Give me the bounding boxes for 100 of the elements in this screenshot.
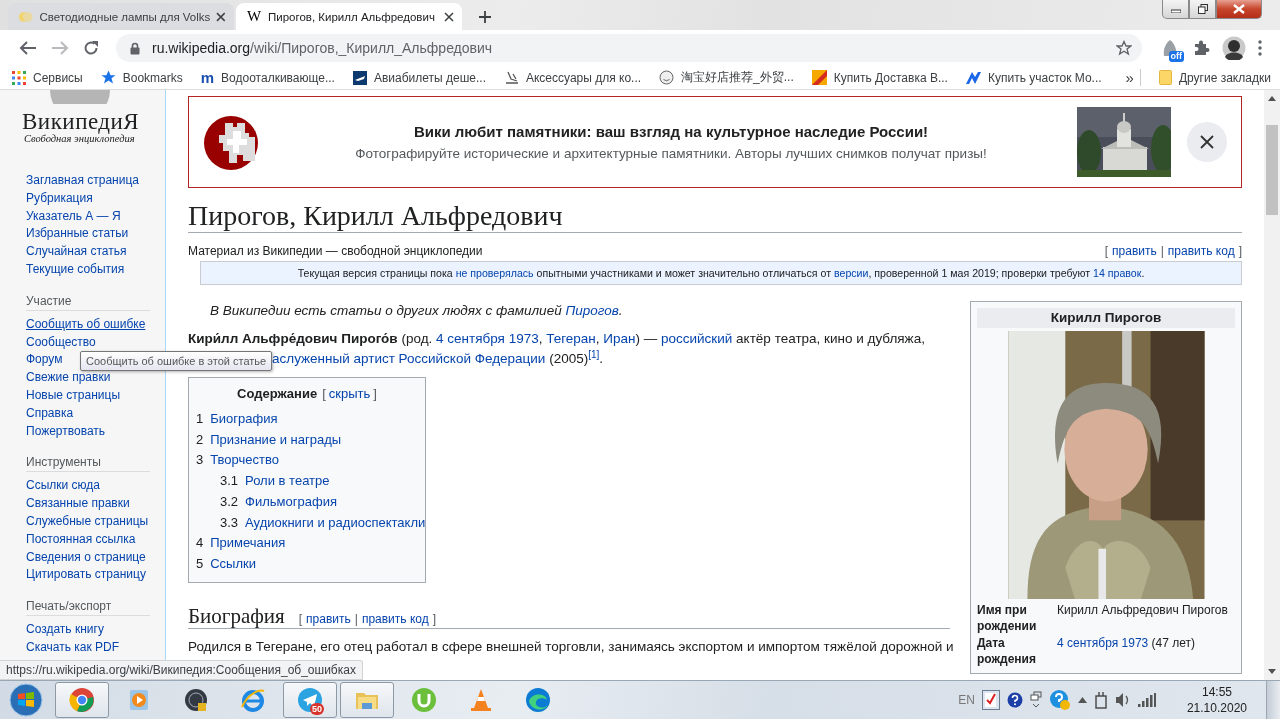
- contents-link[interactable]: Аудиокниги и радиоспектакли: [245, 514, 426, 530]
- chevron-icon: [965, 71, 981, 84]
- contents-link[interactable]: Признание и награды: [210, 431, 342, 447]
- close-button[interactable]: [1216, 0, 1262, 19]
- close-icon[interactable]: [444, 11, 454, 22]
- hide-link[interactable]: скрыть: [328, 385, 371, 403]
- bracket: ]: [1238, 243, 1242, 259]
- more-bookmarks-button[interactable]: »: [1119, 69, 1141, 86]
- plane-icon: [352, 70, 367, 85]
- close-button[interactable]: [1187, 122, 1227, 162]
- scroll-thumb[interactable]: [1266, 125, 1278, 215]
- taskbar-button[interactable]: [55, 682, 109, 718]
- link[interactable]: российский: [661, 331, 733, 346]
- link[interactable]: Тегеран: [546, 331, 596, 346]
- logo-title[interactable]: ВикипедиЯ: [22, 109, 165, 135]
- sidebar-link[interactable]: Заглавная страница: [26, 172, 139, 190]
- bookmark[interactable]: m Водооталкивающе...: [200, 70, 335, 85]
- contents-link[interactable]: Ссылки: [210, 555, 256, 571]
- sidebar-link[interactable]: Случайная статья: [26, 243, 127, 261]
- puzzle-icon[interactable]: [1192, 39, 1210, 57]
- sidebar-link[interactable]: Ссылки сюда: [26, 477, 100, 496]
- star-icon: [100, 70, 116, 85]
- section-heading: Печать/экспорт: [26, 597, 150, 617]
- tagline: Материал из Википедии — свободной энциклопедии: [188, 243, 483, 259]
- link[interactable]: Пирогов: [565, 303, 619, 318]
- bookmark[interactable]: Купить Доставка В...: [811, 70, 948, 85]
- contents-link[interactable]: Биография: [210, 411, 278, 426]
- back-icon[interactable]: [19, 40, 37, 56]
- sidebar-link[interactable]: Форум: [26, 351, 63, 370]
- bookmark[interactable]: 淘宝好店推荐_外贸...: [659, 69, 794, 86]
- circle-icon: [411, 687, 437, 713]
- caret-icon[interactable]: [1077, 697, 1087, 703]
- contents-link[interactable]: Творчество: [210, 452, 279, 468]
- restore-button[interactable]: [1189, 0, 1216, 19]
- link[interactable]: Иран: [603, 331, 636, 346]
- section-heading: Инструменты: [26, 453, 150, 473]
- site-icon: W: [246, 8, 262, 25]
- bookmark-folder[interactable]: Другие закладки: [1158, 70, 1271, 85]
- sidebar-link[interactable]: Создать книгу: [26, 621, 104, 639]
- sidebar-link[interactable]: Сведения о странице: [26, 548, 146, 567]
- edit-link[interactable]: править код: [361, 611, 429, 626]
- sidebar-link[interactable]: Служебные страницы: [26, 512, 149, 531]
- plug-icon[interactable]: [1093, 691, 1108, 709]
- help-icon[interactable]: [1006, 692, 1023, 708]
- edit-link[interactable]: править: [306, 611, 351, 626]
- bookmark[interactable]: Авиабилеты деше...: [352, 70, 486, 85]
- taskbar-button[interactable]: 50: [283, 682, 337, 718]
- new-tab-icon[interactable]: [478, 9, 492, 24]
- sidebar-link[interactable]: Рубрикация: [26, 189, 93, 208]
- page-title: Пирогов, Кирилл Альфредович: [188, 200, 1242, 233]
- contents-link[interactable]: Роли в театре: [245, 473, 330, 489]
- link[interactable]: не проверялась: [455, 267, 534, 279]
- bracket: [: [322, 385, 326, 403]
- browser-tab[interactable]: Светодиодные лампы для Volks: [8, 3, 234, 30]
- sidebar-link[interactable]: Справка: [26, 404, 74, 423]
- star-icon[interactable]: [1116, 40, 1132, 56]
- link[interactable]: аслуженный артист Российской Федерации: [272, 351, 546, 366]
- browser-tab[interactable]: W Пирогов, Кирилл Альфредович: [236, 3, 462, 30]
- bookmark[interactable]: Купить участок Мо...: [965, 70, 1102, 85]
- close-icon[interactable]: [216, 11, 226, 22]
- menu-icon[interactable]: [1258, 40, 1262, 56]
- sidebar-link[interactable]: Избранные статьи: [26, 225, 129, 244]
- sidebar-link[interactable]: Новые страницы: [26, 386, 121, 405]
- sidebar-link[interactable]: Пожертвовать: [26, 422, 106, 441]
- link[interactable]: 4 сентября 1973: [436, 331, 539, 346]
- notice-text: Текущая версия страницы пока не проверялась опытными участниками и может значительно отличаться от версии, проверенной 1 мая 2019; проверки требуют 14 правок.: [297, 267, 1145, 279]
- item-number: 2: [196, 431, 204, 447]
- reference-link[interactable]: [1]: [588, 348, 600, 360]
- close-icon: [1200, 135, 1214, 149]
- avatar-icon[interactable]: [1222, 36, 1246, 60]
- sidebar-link[interactable]: Указатель А — Я: [26, 207, 121, 226]
- bookmark[interactable]: Сервисы: [12, 70, 83, 85]
- windows-icon[interactable]: [1029, 691, 1042, 709]
- reload-icon[interactable]: [83, 40, 99, 56]
- item-number: 3.3: [220, 514, 239, 530]
- separator: |: [1160, 243, 1164, 259]
- clock[interactable]: 14:55 21.10.2020: [1186, 684, 1247, 716]
- sidebar-link[interactable]: Связанные правки: [26, 495, 130, 513]
- contents-link[interactable]: Примечания: [210, 535, 286, 551]
- sidebar-link[interactable]: Постоянная ссылка: [26, 530, 136, 549]
- field-label: Дата рождения: [977, 635, 1037, 667]
- bracket: ]: [432, 611, 437, 626]
- checklist-icon[interactable]: [981, 690, 1000, 710]
- bookmark[interactable]: Аксессуары для ко...: [503, 70, 642, 85]
- bookmark[interactable]: Bookmarks: [100, 70, 183, 85]
- signal-icon[interactable]: [1137, 693, 1156, 707]
- edit-link[interactable]: править: [1112, 243, 1157, 259]
- edit-link[interactable]: править код: [1167, 243, 1235, 259]
- sidebar-link[interactable]: Скачать как PDF: [26, 638, 120, 657]
- link[interactable]: 4 сентября 1973: [1057, 636, 1149, 650]
- sidebar-link[interactable]: Текущие события: [26, 261, 125, 279]
- sidebar-link[interactable]: Сообщить об ошибке: [26, 315, 146, 334]
- address-field[interactable]: ru.wikipedia.org/wiki/Пирогов,_Кирилл_Альфредович: [116, 34, 1142, 62]
- tooltip: Сообщить об ошибке в этой статье: [80, 351, 273, 371]
- contents-link[interactable]: Фильмография: [245, 493, 337, 509]
- sidebar-link[interactable]: Цитировать страницу: [26, 566, 146, 585]
- sidebar-link[interactable]: Свежие правки: [26, 369, 111, 387]
- speaker-icon[interactable]: [1114, 692, 1131, 708]
- sidebar-link[interactable]: Сообщество: [26, 333, 96, 352]
- scrollbar[interactable]: [1264, 90, 1280, 680]
